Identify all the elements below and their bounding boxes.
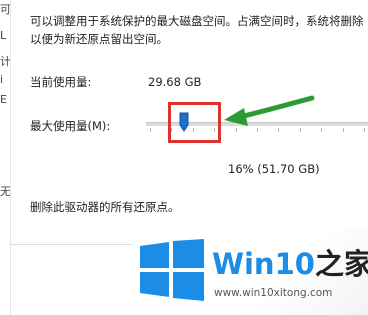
current-usage-label: 当前使用量: [30,75,92,89]
disk-space-description: 可以调整用于系统保护的最大磁盘空间。占满空间时，系统将删除 以便为新还原点留出空… [30,12,366,48]
clipped-text: 无 [0,186,10,198]
watermark-site: www.win10xitong.com [214,287,333,299]
max-usage-value: 16% (51.70 GB) [228,162,320,176]
clipped-text: 可 [0,4,10,16]
watermark: Win10之家 www.win10xitong.com [132,227,368,315]
slider-tick [321,128,323,132]
clipped-text: L [0,30,7,42]
max-usage-label: 最大使用量(M): [30,119,111,133]
windows-logo-icon [140,239,204,301]
slider-highlight-box [168,102,221,143]
clipped-text: 计 [0,56,10,68]
background-window-strip: 可 L 计 i E 无 [0,0,11,315]
slider-tick [342,128,344,132]
slider-tick [150,128,151,132]
watermark-brand-win10: Win10 [212,247,315,281]
description-line-1: 可以调整用于系统保护的最大磁盘空间。占满空间时，系统将删除 [30,14,364,28]
green-arrow-icon [224,95,315,126]
slider-tick [364,128,365,132]
watermark-brand-zhijia: 之家 [314,247,368,281]
system-protection-dialog: 可 L 计 i E 无 可以调整用于系统保护的最大磁盘空间。占满空间时，系统将删… [0,0,368,315]
clipped-text: i [0,74,4,86]
description-line-2: 以便为新还原点留出空间。 [30,32,168,46]
watermark-brand: Win10之家 [212,245,368,283]
current-usage-value: 29.68 GB [148,75,202,89]
delete-restore-points-label: 删除此驱动器的所有还原点。 [30,200,180,214]
clipped-text: E [0,94,7,106]
